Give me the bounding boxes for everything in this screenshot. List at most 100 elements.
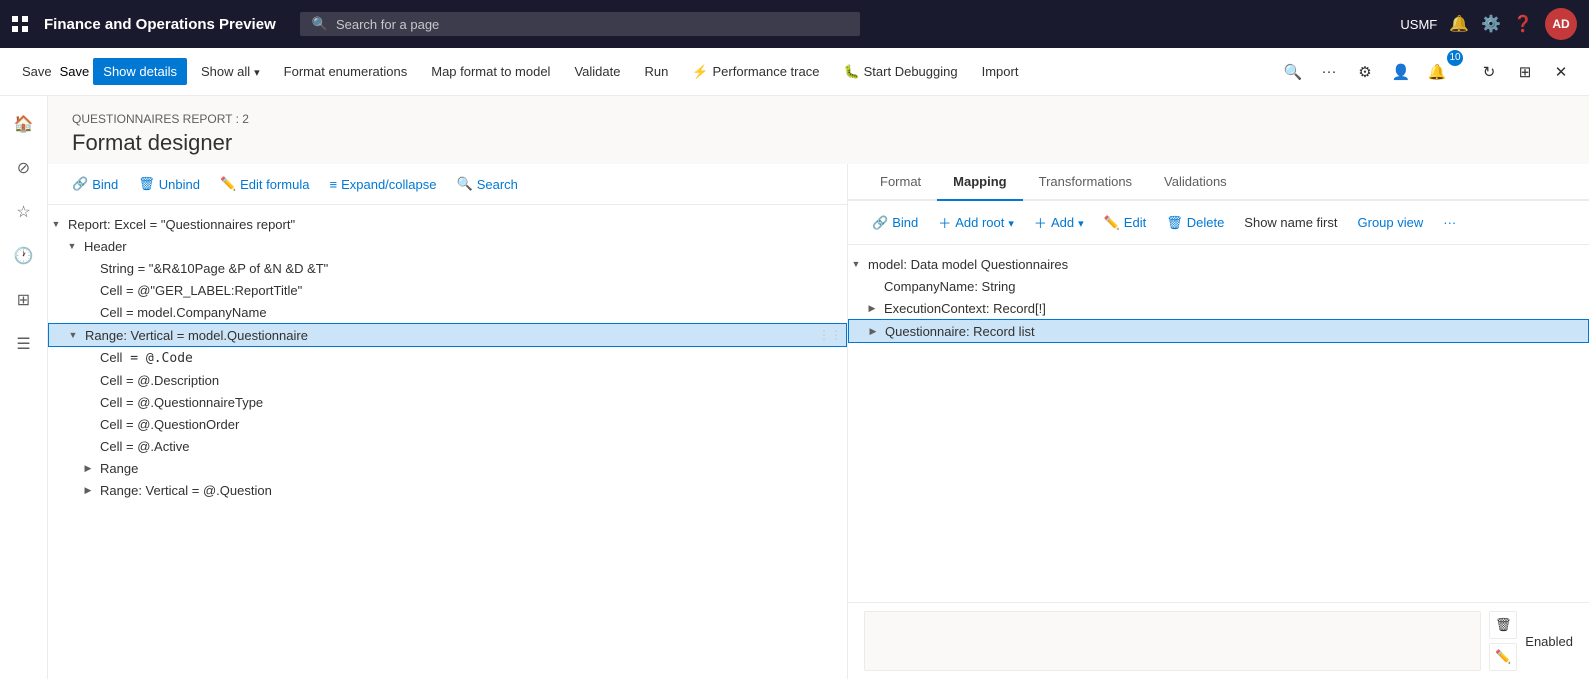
tab-format[interactable]: Format <box>864 164 937 201</box>
nav-home-icon[interactable]: 🏠 <box>4 104 44 144</box>
right-bind-label: Bind <box>892 215 918 230</box>
tree-item-r5[interactable]: Cell = model.CompanyName <box>48 301 847 323</box>
toggle-placeholder <box>80 416 96 432</box>
tree-item-r2[interactable]: Header <box>48 235 847 257</box>
nav-star-icon[interactable]: ☆ <box>4 192 44 232</box>
bind-icon: 🔗 <box>72 176 88 192</box>
more-options-btn[interactable]: ··· <box>1313 56 1345 88</box>
add-root-button[interactable]: ＋ Add root <box>930 209 1022 236</box>
save-button[interactable]: Save <box>12 58 62 85</box>
edit-button[interactable]: ✏️ Edit <box>1096 211 1155 235</box>
nav-menu-icon[interactable]: ☰ <box>4 324 44 364</box>
unbind-button[interactable]: 🗑 Unbind <box>130 172 208 196</box>
help-icon[interactable]: ❓ <box>1513 14 1533 34</box>
search-toolbar-btn[interactable]: 🔍 <box>1277 56 1309 88</box>
right-toggle-m1[interactable] <box>848 256 864 272</box>
tree-label-r9: Cell = @.QuestionnaireType <box>96 395 263 410</box>
page-title: Format designer <box>72 130 1565 156</box>
tab-transformations[interactable]: Transformations <box>1023 164 1148 201</box>
tab-mapping[interactable]: Mapping <box>937 164 1022 201</box>
tree-item-r11[interactable]: Cell = @.Active <box>48 435 847 457</box>
edit-formula-button[interactable]: ✏️ Edit formula <box>212 172 318 196</box>
nav-workspaces-icon[interactable]: ⊞ <box>4 280 44 320</box>
tree-item-r6[interactable]: Range: Vertical = model.Questionnaire⋮⋮ <box>48 323 847 347</box>
tree-label-r3: String = "&R&10Page &P of &N &D &T" <box>96 261 328 276</box>
import-button[interactable]: Import <box>972 58 1029 85</box>
tab-validations[interactable]: Validations <box>1148 164 1243 201</box>
settings-toolbar-btn[interactable]: ⚙ <box>1349 56 1381 88</box>
right-tree-item-m4[interactable]: Questionnaire: Record list <box>848 319 1589 343</box>
more-right-btn[interactable]: ··· <box>1435 211 1464 234</box>
performance-trace-button[interactable]: ⚡ Performance trace <box>682 58 829 86</box>
delete-sm-btn[interactable]: 🗑 <box>1489 611 1517 639</box>
toggle-r1[interactable] <box>48 216 64 232</box>
page-content: QUESTIONNAIRES REPORT : 2 Format designe… <box>48 96 1589 679</box>
close-btn[interactable]: ✕ <box>1545 56 1577 88</box>
expand-collapse-label: Expand/collapse <box>341 177 436 192</box>
tree-label-r4: Cell = @"GER_LABEL:ReportTitle" <box>96 283 302 298</box>
tree-item-r9[interactable]: Cell = @.QuestionnaireType <box>48 391 847 413</box>
right-bind-button[interactable]: 🔗 Bind <box>864 211 926 235</box>
right-toggle-m3[interactable] <box>864 300 880 316</box>
tree-item-r4[interactable]: Cell = @"GER_LABEL:ReportTitle" <box>48 279 847 301</box>
right-bind-icon: 🔗 <box>872 215 888 231</box>
grid-icon[interactable] <box>12 16 28 32</box>
toggle-placeholder <box>80 394 96 410</box>
refresh-btn[interactable]: ↻ <box>1473 56 1505 88</box>
format-enumerations-button[interactable]: Format enumerations <box>274 58 418 85</box>
tree-label-r10: Cell = @.QuestionOrder <box>96 417 239 432</box>
toggle-r13[interactable] <box>80 482 96 498</box>
search-left-button[interactable]: 🔍 Search <box>449 172 526 196</box>
toggle-placeholder <box>80 372 96 388</box>
group-view-button[interactable]: Group view <box>1350 211 1432 234</box>
expand-collapse-button[interactable]: ≡ Expand/collapse <box>322 173 445 196</box>
right-tree-item-m1[interactable]: model: Data model Questionnaires <box>848 253 1589 275</box>
edit-label: Edit <box>1124 215 1146 230</box>
tree-item-r12[interactable]: Range <box>48 457 847 479</box>
left-nav: 🏠 ⊘ ☆ 🕐 ⊞ ☰ <box>0 96 48 679</box>
toggle-r6[interactable] <box>65 327 81 343</box>
add-root-label: Add root <box>955 215 1004 230</box>
tree-label-r2: Header <box>80 239 127 254</box>
debug-label: Start Debugging <box>864 64 958 79</box>
tree-item-r8[interactable]: Cell = @.Description <box>48 369 847 391</box>
tree-item-r3[interactable]: String = "&R&10Page &P of &N &D &T" <box>48 257 847 279</box>
user-avatar[interactable]: AD <box>1545 8 1577 40</box>
toggle-r12[interactable] <box>80 460 96 476</box>
toggle-r2[interactable] <box>64 238 80 254</box>
tree-item-r1[interactable]: Report: Excel = "Questionnaires report" <box>48 213 847 235</box>
tree-label-r7: Cell = @.Code <box>96 350 193 366</box>
bell-icon[interactable]: 🔔 <box>1449 14 1469 34</box>
bind-button[interactable]: 🔗 Bind <box>64 172 126 196</box>
edit-icon: ✏️ <box>1104 215 1120 231</box>
tree-item-r13[interactable]: Range: Vertical = @.Question <box>48 479 847 501</box>
show-details-button[interactable]: Show details <box>93 58 187 85</box>
main-layout: 🏠 ⊘ ☆ 🕐 ⊞ ☰ QUESTIONNAIRES REPORT : 2 Fo… <box>0 96 1589 679</box>
search-box[interactable]: 🔍 <box>300 12 860 36</box>
search-left-label: Search <box>477 177 518 192</box>
nav-recent-icon[interactable]: 🕐 <box>4 236 44 276</box>
right-tree-item-m3[interactable]: ExecutionContext: Record[!] <box>848 297 1589 319</box>
show-name-first-button[interactable]: Show name first <box>1236 211 1345 234</box>
tree-item-r10[interactable]: Cell = @.QuestionOrder <box>48 413 847 435</box>
start-debugging-button[interactable]: 🐛 Start Debugging <box>833 58 967 86</box>
run-button[interactable]: Run <box>634 58 678 85</box>
map-format-button[interactable]: Map format to model <box>421 58 560 85</box>
edit-sm-btn[interactable]: ✏️ <box>1489 643 1517 671</box>
right-tree-item-m2[interactable]: CompanyName: String <box>848 275 1589 297</box>
tree-item-r7[interactable]: Cell = @.Code <box>48 347 847 369</box>
show-all-button[interactable]: Show all <box>191 58 270 85</box>
add-root-icon: ＋ <box>938 213 951 232</box>
tree-label-r13: Range: Vertical = @.Question <box>96 483 272 498</box>
nav-filter-icon[interactable]: ⊘ <box>4 148 44 188</box>
settings-icon[interactable]: ⚙️ <box>1481 14 1501 34</box>
persona-btn[interactable]: 👤 <box>1385 56 1417 88</box>
add-button[interactable]: ＋ Add <box>1026 209 1092 236</box>
right-toggle-m4[interactable] <box>865 323 881 339</box>
delete-button[interactable]: 🗑 Delete <box>1158 211 1232 235</box>
search-input[interactable] <box>336 17 848 32</box>
validate-button[interactable]: Validate <box>564 58 630 85</box>
expand-btn[interactable]: ⊞ <box>1509 56 1541 88</box>
edit-formula-icon: ✏️ <box>220 176 236 192</box>
edit-formula-label: Edit formula <box>240 177 309 192</box>
